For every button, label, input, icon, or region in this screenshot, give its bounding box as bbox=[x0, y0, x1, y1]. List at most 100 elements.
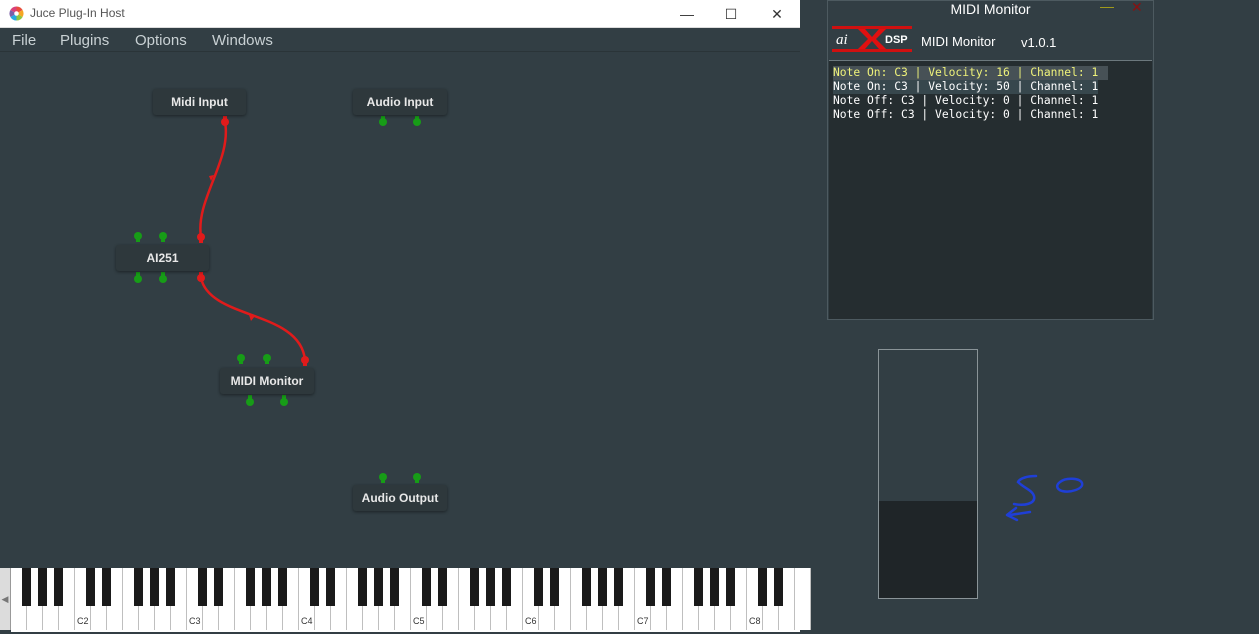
piano-black-key[interactable] bbox=[326, 568, 335, 606]
piano-black-key[interactable] bbox=[646, 568, 655, 606]
piano-black-key[interactable] bbox=[358, 568, 367, 606]
minimize-button[interactable]: — bbox=[664, 0, 710, 28]
handwritten-annotation bbox=[1005, 474, 1084, 522]
plugin-title: MIDI Monitor bbox=[921, 34, 996, 49]
octave-label: C8 bbox=[749, 616, 761, 626]
midi-monitor-titlebar[interactable]: MIDI Monitor — ✕ bbox=[828, 0, 1153, 19]
audio-input-pin[interactable] bbox=[134, 232, 142, 242]
piano-black-key[interactable] bbox=[470, 568, 479, 606]
audio-output-pin[interactable] bbox=[159, 272, 167, 283]
node-midi-monitor[interactable]: MIDI Monitor bbox=[220, 368, 314, 394]
piano-black-key[interactable] bbox=[614, 568, 623, 606]
piano-black-key[interactable] bbox=[166, 568, 175, 606]
octave-label: C4 bbox=[301, 616, 313, 626]
piano-black-key[interactable] bbox=[246, 568, 255, 606]
menu-options[interactable]: Options bbox=[135, 32, 187, 49]
juce-logo-icon bbox=[9, 6, 24, 21]
menu-plugins[interactable]: Plugins bbox=[60, 32, 109, 49]
piano-black-key[interactable] bbox=[502, 568, 511, 606]
piano-black-key[interactable] bbox=[726, 568, 735, 606]
piano-black-key[interactable] bbox=[534, 568, 543, 606]
minimize-button[interactable]: — bbox=[1100, 0, 1114, 14]
piano-keys[interactable]: C2 C3 C4 C5 C6 C7 C8 bbox=[11, 568, 811, 632]
piano-black-key[interactable] bbox=[134, 568, 143, 606]
piano-black-key[interactable] bbox=[598, 568, 607, 606]
midi-keyboard[interactable]: ◀ C2 C3 C4 C5 C6 C7 C8 bbox=[0, 566, 811, 634]
svg-text:ai: ai bbox=[836, 32, 848, 48]
menu-windows[interactable]: Windows bbox=[212, 32, 273, 49]
piano-black-key[interactable] bbox=[38, 568, 47, 606]
node-audio-output[interactable]: Audio Output bbox=[353, 485, 447, 511]
aixdsp-logo: ai DSP bbox=[832, 26, 912, 52]
piano-black-key[interactable] bbox=[710, 568, 719, 606]
node-ai251[interactable]: AI251 bbox=[116, 245, 209, 271]
piano-black-key[interactable] bbox=[86, 568, 95, 606]
piano-black-key[interactable] bbox=[102, 568, 111, 606]
connection-canvas bbox=[134, 116, 421, 483]
piano-black-key[interactable] bbox=[422, 568, 431, 606]
midi-output-pin[interactable] bbox=[221, 116, 229, 126]
piano-black-key[interactable] bbox=[582, 568, 591, 606]
svg-text:DSP: DSP bbox=[885, 34, 908, 46]
node-audio-input[interactable]: Audio Input bbox=[353, 89, 447, 115]
midi-input-pin[interactable] bbox=[301, 356, 309, 366]
piano-black-key[interactable] bbox=[374, 568, 383, 606]
audio-output-pin[interactable] bbox=[413, 116, 421, 126]
piano-black-key[interactable] bbox=[150, 568, 159, 606]
log-entry[interactable]: Note Off: C3 | Velocity: 0 | Channel: 1 bbox=[833, 94, 1098, 108]
piano-black-key[interactable] bbox=[214, 568, 223, 606]
piano-black-key[interactable] bbox=[774, 568, 783, 606]
audio-output-pin[interactable] bbox=[280, 395, 288, 406]
piano-black-key[interactable] bbox=[662, 568, 671, 606]
audio-output-pin[interactable] bbox=[134, 272, 142, 283]
piano-black-key[interactable] bbox=[390, 568, 399, 606]
plugin-version: v1.0.1 bbox=[1021, 35, 1057, 50]
octave-label: C6 bbox=[525, 616, 537, 626]
maximize-button[interactable]: ☐ bbox=[708, 0, 754, 28]
midi-monitor-window: MIDI Monitor — ✕ ai DSP MIDI Monitor v1.… bbox=[827, 0, 1154, 320]
piano-black-key[interactable] bbox=[486, 568, 495, 606]
menu-bar: File Plugins Options Windows bbox=[0, 28, 800, 52]
node-midi-input[interactable]: Midi Input bbox=[153, 89, 246, 115]
audio-output-pin[interactable] bbox=[379, 116, 387, 126]
octave-label: C7 bbox=[637, 616, 649, 626]
audio-input-pin[interactable] bbox=[379, 473, 387, 483]
piano-white-key[interactable] bbox=[795, 568, 811, 630]
wire-arrow bbox=[249, 315, 255, 321]
log-entry[interactable]: Note On: C3 | Velocity: 16 | Channel: 1 bbox=[833, 66, 1109, 80]
piano-black-key[interactable] bbox=[198, 568, 207, 606]
octave-label: C2 bbox=[77, 616, 89, 626]
keyboard-scroll-left-button[interactable]: ◀ bbox=[0, 568, 11, 630]
host-titlebar[interactable]: Juce Plug-In Host — ☐ ✕ bbox=[0, 0, 800, 28]
midi-event-log[interactable]: Note On: C3 | Velocity: 16 | Channel: 1 … bbox=[829, 60, 1152, 319]
audio-input-pin[interactable] bbox=[159, 232, 167, 242]
midi-input-pin[interactable] bbox=[197, 233, 205, 243]
window-title: Juce Plug-In Host bbox=[30, 6, 125, 20]
piano-black-key[interactable] bbox=[278, 568, 287, 606]
plugin-header: ai DSP MIDI Monitor v1.0.1 bbox=[828, 23, 1153, 59]
piano-black-key[interactable] bbox=[310, 568, 319, 606]
log-entry[interactable]: Note Off: C3 | Velocity: 0 | Channel: 1 bbox=[833, 108, 1098, 122]
velocity-meter bbox=[878, 349, 978, 599]
audio-input-pin[interactable] bbox=[263, 354, 271, 364]
wire-arrow bbox=[209, 175, 214, 181]
piano-black-key[interactable] bbox=[54, 568, 63, 606]
close-button[interactable]: ✕ bbox=[1131, 0, 1143, 16]
audio-input-pin[interactable] bbox=[237, 354, 245, 364]
audio-output-pin[interactable] bbox=[246, 395, 254, 406]
piano-black-key[interactable] bbox=[550, 568, 559, 606]
piano-black-key[interactable] bbox=[262, 568, 271, 606]
piano-black-key[interactable] bbox=[438, 568, 447, 606]
audio-input-pin[interactable] bbox=[413, 473, 421, 483]
octave-label: C5 bbox=[413, 616, 425, 626]
piano-black-key[interactable] bbox=[694, 568, 703, 606]
midi-connection-wire[interactable] bbox=[199, 277, 307, 361]
close-button[interactable]: ✕ bbox=[754, 0, 800, 28]
plugin-host-window: Juce Plug-In Host — ☐ ✕ File Plugins Opt… bbox=[0, 0, 811, 634]
piano-black-key[interactable] bbox=[758, 568, 767, 606]
log-entry[interactable]: Note On: C3 | Velocity: 50 | Channel: 1 bbox=[833, 80, 1099, 94]
midi-output-pin[interactable] bbox=[197, 272, 205, 282]
piano-black-key[interactable] bbox=[22, 568, 31, 606]
menu-file[interactable]: File bbox=[12, 32, 36, 49]
midi-connection-wire[interactable] bbox=[199, 121, 228, 238]
